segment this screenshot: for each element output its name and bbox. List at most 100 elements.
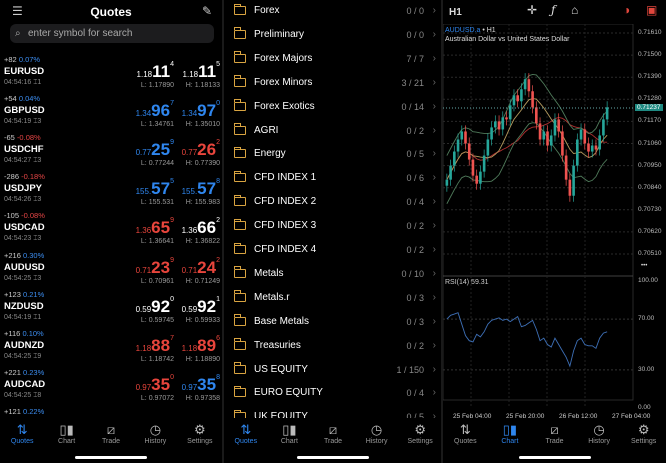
symbol-folder[interactable]: Metals.r 0 / 3 › — [224, 286, 442, 310]
search-input[interactable]: ⌕ enter symbol for search — [10, 24, 214, 43]
ask-price[interactable]: 0.59921 — [181, 296, 220, 317]
nav-quotes[interactable]: ⇅ Quotes — [443, 418, 488, 463]
objects-icon[interactable]: ⌂ — [571, 3, 578, 17]
fast-ma-line — [446, 98, 608, 180]
symbol-folder[interactable]: Forex Majors 7 / 7 › — [224, 47, 442, 71]
low-price: L: 1.36641 — [140, 238, 174, 246]
quote-row[interactable]: -105 -0.08% USDCAD 04:54:23 ⌶3 1.36659 1.… — [0, 211, 222, 250]
bid-price[interactable]: 1.18887 — [136, 335, 174, 356]
candle — [508, 105, 512, 120]
symbol-folder[interactable]: Metals 0 / 10 › — [224, 262, 442, 286]
candle — [464, 131, 467, 144]
price-fraction: 8 — [216, 373, 220, 381]
ask-price[interactable]: 0.71242 — [181, 256, 220, 278]
symbol-name: GBPUSD — [4, 105, 45, 117]
bid-price[interactable]: 0.97350 — [136, 373, 174, 395]
symbol-folder[interactable]: US EQUITY 1 / 150 › — [224, 358, 442, 382]
symbol-folder[interactable]: Preliminary 0 / 0 › — [224, 23, 442, 47]
price-fraction: 0 — [170, 373, 174, 381]
bid-price[interactable]: 1.36659 — [136, 217, 174, 238]
price-chart[interactable] — [443, 24, 666, 424]
quote-row[interactable]: +221 0.23% AUDCAD 04:54:25 ⌶8 0.97350 0.9… — [0, 368, 222, 407]
quote-row[interactable]: +82 0.07% EURUSD 04:54:16 ⌶1 1.18114 1.18… — [0, 55, 222, 94]
bid-price[interactable]: 1.18114 — [137, 61, 174, 82]
quote-row[interactable]: -286 -0.18% USDJPY 04:54:26 ⌶3 155.575 15… — [0, 172, 222, 211]
price-fraction: 4 — [170, 61, 174, 68]
bid-price[interactable]: 0.59920 — [136, 296, 174, 317]
symbol-folder[interactable]: CFD INDEX 4 0 / 2 › — [224, 238, 442, 262]
symbol-folder[interactable]: CFD INDEX 1 0 / 6 › — [224, 166, 442, 190]
bid-price[interactable]: 155.575 — [136, 178, 174, 199]
candle — [568, 179, 572, 196]
price-pips: 11 — [198, 62, 217, 81]
symbol-folder[interactable]: Base Metals 0 / 3 › — [224, 310, 442, 334]
chevron-right-icon: › — [432, 339, 436, 351]
current-price-label: 0.71237 — [635, 103, 663, 111]
bid-price[interactable]: 0.71239 — [136, 256, 174, 278]
symbol-folder[interactable]: CFD INDEX 3 0 / 2 › — [224, 214, 442, 238]
folder-name: Forex Minors — [254, 76, 313, 88]
price-tick-label: 0.70510 — [638, 250, 662, 257]
settings-gear-icon: ⚙ — [637, 422, 650, 437]
ask-price[interactable]: 155.578 — [182, 178, 220, 199]
change-points: +121 — [4, 407, 21, 416]
symbol-folder[interactable]: CFD INDEX 2 0 / 4 › — [224, 190, 442, 214]
ask-price[interactable]: 0.97358 — [182, 373, 220, 395]
symbol-folder[interactable]: AGRI 0 / 2 › — [224, 119, 442, 143]
symbol-folder[interactable]: Forex Exotics 0 / 14 › — [224, 95, 442, 119]
spread: 9 — [37, 352, 42, 360]
bid-price[interactable]: 0.77259 — [136, 139, 174, 160]
price-fraction: 2 — [216, 256, 220, 264]
chevron-right-icon: › — [432, 387, 436, 399]
symbol-folder[interactable]: Energy 0 / 5 › — [224, 142, 442, 166]
quote-row[interactable]: +54 0.04% GBPUSD 04:54:19 ⌶3 1.34967 1.34… — [0, 94, 222, 133]
ask-price[interactable]: 1.36662 — [182, 217, 220, 238]
symbol-folder[interactable]: EURO EQUITY 0 / 4 › — [224, 381, 442, 405]
spread: 3 — [37, 157, 42, 165]
candle — [576, 139, 579, 166]
nav-quotes[interactable]: ⇅ Quotes — [0, 418, 44, 463]
crosshair-icon[interactable]: ✛ — [527, 3, 537, 17]
quote-row[interactable]: +116 0.10% AUDNZD 04:54:25 ⌶9 1.18887 1.1… — [0, 329, 222, 368]
indicators-function-icon[interactable]: ƒ — [551, 3, 555, 17]
nav-label: Chart — [280, 438, 298, 445]
quote-row[interactable]: +216 0.30% AUDUSD 04:54:25 ⌶3 0.71239 0.7… — [0, 251, 222, 290]
nav-settings[interactable]: ⚙ Settings — [621, 418, 666, 463]
price-prefix: 0.59 — [181, 304, 198, 314]
price-pips: 57 — [197, 179, 217, 199]
nav-quotes[interactable]: ⇅ Quotes — [224, 418, 268, 463]
edit-pencil-icon[interactable]: ✎ — [202, 4, 212, 18]
folder-icon — [233, 362, 246, 374]
ask-price[interactable]: 1.18115 — [183, 61, 220, 82]
candle — [445, 179, 449, 186]
chevron-right-icon: › — [432, 315, 436, 327]
quote-time: 04:54:25 — [4, 352, 32, 360]
quote-row[interactable]: -65 -0.08% USDCHF 04:54:27 ⌶3 0.77259 0.7… — [0, 133, 222, 172]
nav-label: Settings — [631, 438, 657, 445]
folder-icon — [233, 27, 246, 39]
symbol-folder[interactable]: Forex 0 / 0 › — [224, 0, 442, 23]
folder-icon — [233, 99, 246, 111]
price-prefix: 0.71 — [181, 265, 198, 275]
ask-price[interactable]: 0.77262 — [182, 139, 220, 160]
timeframe-button[interactable]: H1 — [449, 7, 462, 18]
nav-settings[interactable]: ⚙ Settings — [178, 418, 222, 463]
chart-screen: H1 ✛ ƒ ⌂ ◑ ▣ AUDUSD.a • H1 Australian Do… — [443, 0, 666, 463]
bid-price[interactable]: 1.34967 — [136, 100, 174, 121]
folder-count: 1 / 150 — [396, 364, 424, 375]
folder-icon — [233, 266, 246, 278]
ask-price[interactable]: 1.34970 — [182, 100, 220, 121]
nav-settings[interactable]: ⚙ Settings — [398, 418, 442, 463]
candle — [602, 119, 605, 136]
more-icon[interactable]: ••• — [641, 263, 647, 269]
symbol-folder[interactable]: Treasuries 0 / 2 › — [224, 334, 442, 358]
rsi-tick-label: 0.00 — [638, 404, 651, 411]
trade-icon[interactable]: ◑ — [623, 3, 630, 17]
export-icon[interactable]: ▣ — [646, 3, 657, 17]
folder-name: EURO EQUITY — [254, 387, 323, 399]
ask-price[interactable]: 1.18896 — [182, 335, 220, 356]
price-fraction: 9 — [170, 256, 174, 264]
quote-row[interactable]: +123 0.21% NZDUSD 04:54:19 ⌶1 0.59920 0.5… — [0, 290, 222, 329]
symbol-folder[interactable]: Forex Minors 3 / 21 › — [224, 71, 442, 95]
price-pips: 96 — [151, 101, 171, 121]
